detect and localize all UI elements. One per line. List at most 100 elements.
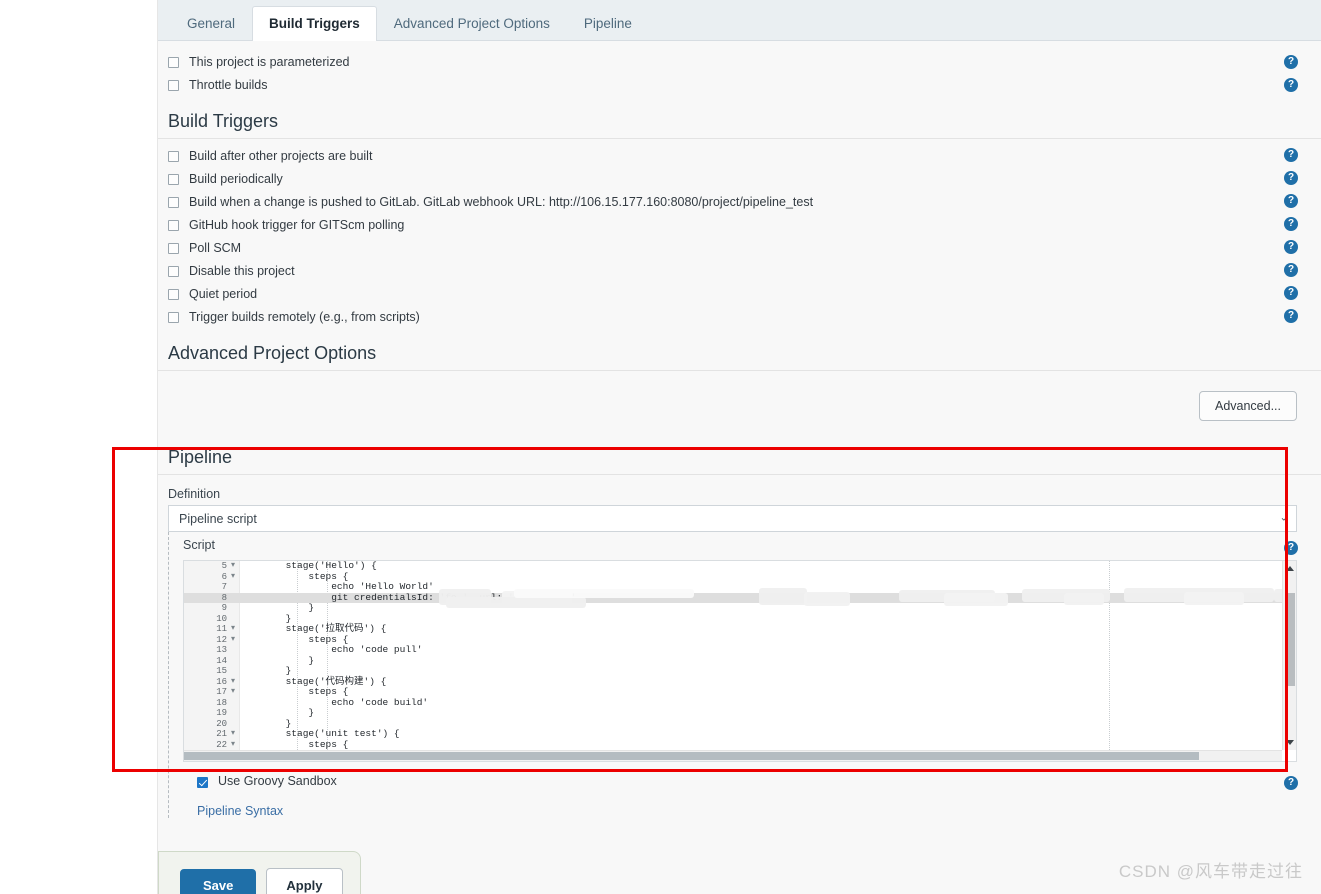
code-line-text: }: [240, 612, 292, 624]
code-line-text: stage('拉取代码') {: [240, 623, 387, 634]
checkbox-throttle-builds[interactable]: [168, 80, 179, 91]
option-row-quiet-period[interactable]: Quiet period ?: [158, 283, 1321, 306]
tab-pipeline[interactable]: Pipeline: [567, 6, 649, 42]
checkbox-build-periodically[interactable]: [168, 174, 179, 185]
redaction-smudge: [446, 597, 586, 608]
option-row-throttle-builds[interactable]: Throttle builds ?: [158, 74, 1321, 97]
sandbox-row[interactable]: Use Groovy Sandbox: [183, 762, 1321, 795]
option-label-this-project-is-parameterized: This project is parameterized: [189, 55, 350, 69]
option-label-github-hook-trigger: GitHub hook trigger for GITScm polling: [189, 218, 405, 232]
option-label-poll-scm: Poll SCM: [189, 241, 242, 255]
tab-general[interactable]: General: [170, 6, 252, 42]
scroll-up-arrow-icon[interactable]: [1286, 566, 1294, 571]
definition-select-value: Pipeline script: [179, 511, 257, 526]
option-row-build-after-other-projects[interactable]: Build after other projects are built ?: [158, 145, 1321, 168]
code-line-text: steps {: [240, 738, 349, 750]
code-line: 13 echo 'code pull': [184, 644, 1282, 656]
section-heading-advanced-project-options: Advanced Project Options: [158, 329, 1321, 371]
editor-horizontal-scrollbar[interactable]: [184, 750, 1282, 761]
option-row-build-periodically[interactable]: Build periodically ?: [158, 168, 1321, 191]
section-heading-pipeline: Pipeline: [158, 433, 1321, 475]
editor-code-area[interactable]: 5 ▾ stage('Hello') {6 ▾ steps {7 echo 'Hel…: [184, 561, 1282, 750]
option-label-build-after-other-projects: Build after other projects are built: [189, 149, 373, 163]
fold-marker-icon[interactable]: ▾: [231, 572, 235, 583]
option-row-trigger-builds-remotely[interactable]: Trigger builds remotely (e.g., from scri…: [158, 306, 1321, 329]
tab-build-triggers-label: Build Triggers: [269, 15, 360, 31]
editor-vertical-scrollbar[interactable]: [1282, 561, 1296, 750]
code-line-number: 18: [216, 697, 227, 708]
option-row-gitlab-push-trigger[interactable]: Build when a change is pushed to GitLab.…: [158, 191, 1321, 214]
apply-button[interactable]: Apply: [266, 867, 343, 894]
advanced-button-wrap: Advanced...: [158, 377, 1321, 433]
fold-marker-icon[interactable]: ▾: [231, 740, 235, 751]
save-apply-bar: Save Apply: [158, 851, 361, 894]
fold-marker-icon[interactable]: ▾: [231, 635, 235, 646]
code-line: 22 ▾ steps {: [184, 738, 1282, 751]
code-line: 14 }: [184, 655, 1282, 667]
help-icon-build-periodically[interactable]: ?: [1284, 171, 1298, 185]
option-row-github-hook-trigger[interactable]: GitHub hook trigger for GITScm polling ?: [158, 214, 1321, 237]
option-label-disable-this-project: Disable this project: [189, 264, 295, 278]
fold-marker-icon[interactable]: ▾: [231, 561, 235, 572]
checkbox-quiet-period[interactable]: [168, 289, 179, 300]
code-line-number: 13: [216, 645, 227, 655]
option-row-poll-scm[interactable]: Poll SCM ?: [158, 237, 1321, 260]
config-inner: This project is parameterized ? Throttle…: [158, 41, 1321, 818]
help-icon-build-after-other-projects[interactable]: ?: [1284, 148, 1298, 162]
code-line: 5 ▾ stage('Hello') {: [184, 561, 1282, 572]
save-button[interactable]: Save: [180, 868, 257, 894]
editor-vscroll-thumb[interactable]: [1285, 593, 1295, 686]
option-label-throttle-builds: Throttle builds: [189, 78, 268, 92]
advanced-button[interactable]: Advanced...: [1198, 391, 1297, 421]
editor-hscroll-thumb[interactable]: [184, 752, 1199, 760]
tab-build-triggers[interactable]: Build Triggers: [252, 5, 377, 41]
help-icon-trigger-builds-remotely[interactable]: ?: [1284, 309, 1298, 323]
code-line: 11 ▾ stage('拉取代码') {: [184, 623, 1282, 635]
code-line-text: echo 'code pull': [240, 644, 423, 655]
tab-advanced-project-options-label: Advanced Project Options: [393, 15, 550, 31]
fold-marker-icon[interactable]: ▾: [231, 687, 235, 698]
help-icon-disable-this-project[interactable]: ?: [1284, 263, 1298, 277]
pipeline-syntax-link[interactable]: Pipeline Syntax: [183, 795, 1321, 818]
scroll-down-arrow-icon[interactable]: [1286, 740, 1294, 745]
code-line-text: stage('Hello') {: [240, 561, 377, 571]
option-row-disable-this-project[interactable]: Disable this project ?: [158, 260, 1321, 283]
help-icon-poll-scm[interactable]: ?: [1284, 240, 1298, 254]
tab-general-label: General: [187, 15, 236, 31]
fold-marker-icon[interactable]: ▾: [231, 729, 235, 740]
option-label-use-groovy-sandbox: Use Groovy Sandbox: [218, 774, 337, 788]
chevron-down-icon: ⌄: [1279, 511, 1288, 523]
help-icon-throttle-builds[interactable]: ?: [1284, 78, 1298, 92]
tab-advanced-project-options[interactable]: Advanced Project Options: [377, 6, 567, 42]
option-row-this-project-is-parameterized[interactable]: This project is parameterized ?: [158, 51, 1321, 74]
checkbox-this-project-is-parameterized[interactable]: [168, 57, 179, 68]
code-line-number: 9: [221, 603, 227, 613]
checkbox-disable-this-project[interactable]: [168, 266, 179, 277]
code-line-text: }: [240, 602, 315, 613]
checkbox-build-after-other-projects[interactable]: [168, 151, 179, 162]
checkbox-use-groovy-sandbox[interactable]: [197, 777, 208, 788]
code-line-text: }: [240, 665, 292, 676]
help-icon-quiet-period[interactable]: ?: [1284, 286, 1298, 300]
help-icon-this-project-is-parameterized[interactable]: ?: [1284, 55, 1298, 69]
definition-select[interactable]: Pipeline script ⌄: [168, 505, 1297, 532]
checkbox-github-hook-trigger[interactable]: [168, 220, 179, 231]
option-label-gitlab-push-trigger: Build when a change is pushed to GitLab.…: [189, 195, 814, 209]
code-line-text: steps {: [240, 570, 349, 582]
help-icon-definition[interactable]: ?: [1284, 541, 1298, 555]
definition-label: Definition: [168, 487, 221, 501]
code-line-number: 7: [221, 582, 227, 592]
help-icon-gitlab-push-trigger[interactable]: ?: [1284, 194, 1298, 208]
script-code-editor[interactable]: 5 ▾ stage('Hello') {6 ▾ steps {7 echo 'Hel…: [183, 560, 1297, 762]
help-icon-groovy-sandbox[interactable]: ?: [1284, 776, 1298, 790]
code-line-text: stage('unit test') {: [240, 728, 400, 739]
fold-marker-icon[interactable]: ▾: [231, 624, 235, 635]
checkbox-trigger-builds-remotely[interactable]: [168, 312, 179, 323]
redaction-smudge: [804, 592, 850, 606]
help-icon-github-hook-trigger[interactable]: ?: [1284, 217, 1298, 231]
checkbox-gitlab-push-trigger[interactable]: [168, 197, 179, 208]
code-line-number: 10: [216, 613, 227, 624]
fold-marker-icon[interactable]: ▾: [231, 677, 235, 688]
checkbox-poll-scm[interactable]: [168, 243, 179, 254]
code-line-text: echo 'code build': [240, 696, 429, 708]
